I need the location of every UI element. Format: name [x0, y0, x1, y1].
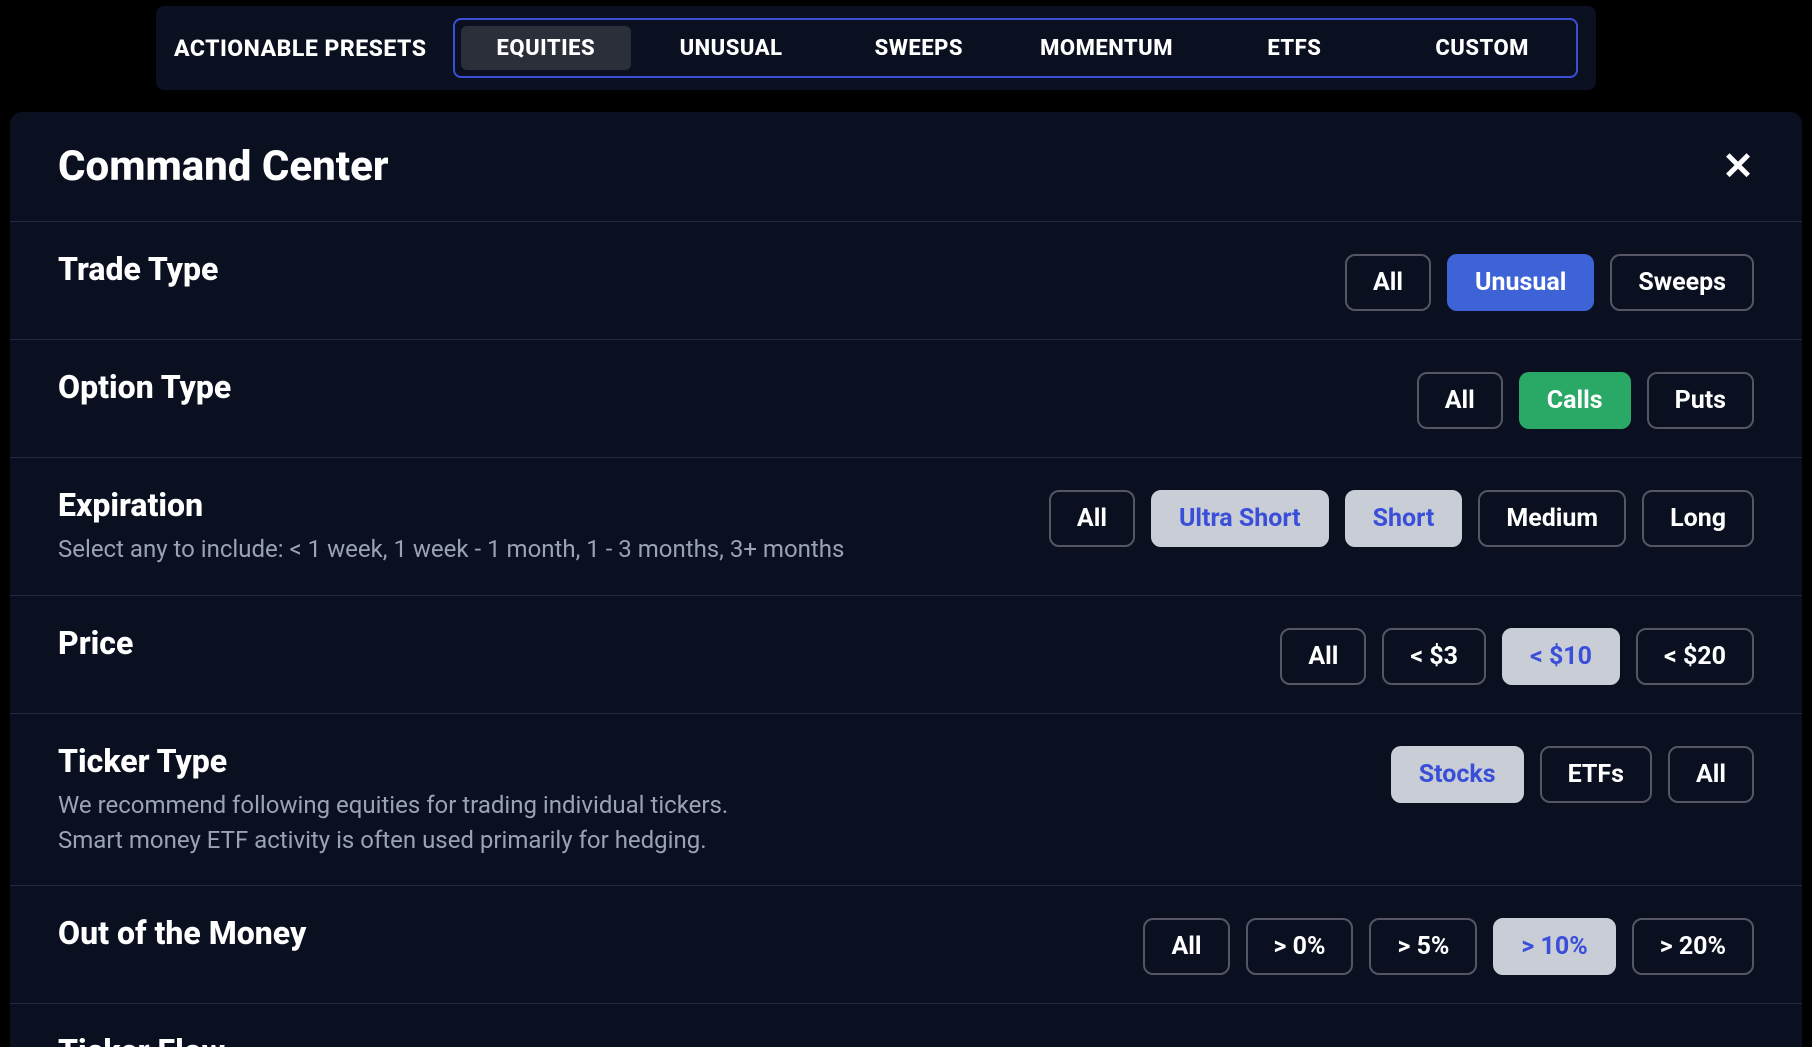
tabbar: ACTIONABLE PRESETS EQUITIES UNUSUAL SWEE… [156, 6, 1596, 90]
option-type-title: Option Type [58, 368, 231, 406]
expiration-ultra-short[interactable]: Ultra Short [1151, 490, 1329, 547]
otm-gt0[interactable]: > 0% [1246, 918, 1354, 975]
expiration-help: Select any to include: < 1 week, 1 week … [58, 532, 844, 567]
price-lt20[interactable]: < $20 [1636, 628, 1754, 685]
tab-sweeps[interactable]: SWEEPS [825, 20, 1013, 76]
presets-label: ACTIONABLE PRESETS [174, 35, 427, 62]
otm-gt5[interactable]: > 5% [1369, 918, 1477, 975]
page-title: Command Center [58, 142, 389, 191]
otm-gt10[interactable]: > 10% [1493, 918, 1615, 975]
expiration-medium[interactable]: Medium [1478, 490, 1626, 547]
row-trade-type: Trade Type All Unusual Sweeps [10, 222, 1802, 340]
otm-title: Out of the Money [58, 914, 306, 952]
row-expiration: Expiration Select any to include: < 1 we… [10, 458, 1802, 596]
price-title: Price [58, 624, 133, 662]
otm-all[interactable]: All [1143, 918, 1229, 975]
option-type-calls[interactable]: Calls [1519, 372, 1631, 429]
row-option-type: Option Type All Calls Puts [10, 340, 1802, 458]
price-lt10[interactable]: < $10 [1502, 628, 1620, 685]
tab-momentum[interactable]: MOMENTUM [1013, 20, 1201, 76]
command-center-panel: Command Center ✕ Trade Type All Unusual … [10, 112, 1802, 1047]
ticker-type-all[interactable]: All [1668, 746, 1754, 803]
trade-type-sweeps[interactable]: Sweeps [1610, 254, 1754, 311]
ticker-type-stocks[interactable]: Stocks [1391, 746, 1524, 803]
tab-custom[interactable]: CUSTOM [1388, 20, 1576, 76]
otm-gt20[interactable]: > 20% [1632, 918, 1754, 975]
row-ticker-type: Ticker Type We recommend following equit… [10, 714, 1802, 887]
expiration-long[interactable]: Long [1642, 490, 1754, 547]
trade-type-title: Trade Type [58, 250, 218, 288]
ticker-type-help: We recommend following equities for trad… [58, 788, 728, 858]
tab-etfs[interactable]: ETFS [1200, 20, 1388, 76]
row-ticker-flow: Ticker Flow [10, 1004, 1802, 1047]
expiration-title: Expiration [58, 486, 844, 524]
option-type-all[interactable]: All [1417, 372, 1503, 429]
ticker-type-title: Ticker Type [58, 742, 728, 780]
trade-type-unusual[interactable]: Unusual [1447, 254, 1594, 311]
tab-equities[interactable]: EQUITIES [461, 26, 632, 70]
expiration-all[interactable]: All [1049, 490, 1135, 547]
panel-header: Command Center ✕ [10, 112, 1802, 222]
row-price: Price All < $3 < $10 < $20 [10, 596, 1802, 714]
close-icon[interactable]: ✕ [1722, 148, 1754, 186]
ticker-flow-title: Ticker Flow [58, 1032, 225, 1047]
tab-group: EQUITIES UNUSUAL SWEEPS MOMENTUM ETFS CU… [453, 18, 1578, 78]
expiration-short[interactable]: Short [1345, 490, 1463, 547]
ticker-type-etfs[interactable]: ETFs [1540, 746, 1652, 803]
tab-unusual[interactable]: UNUSUAL [637, 20, 825, 76]
price-lt3[interactable]: < $3 [1382, 628, 1486, 685]
row-otm: Out of the Money All > 0% > 5% > 10% > 2… [10, 886, 1802, 1004]
option-type-puts[interactable]: Puts [1647, 372, 1754, 429]
price-all[interactable]: All [1280, 628, 1366, 685]
trade-type-all[interactable]: All [1345, 254, 1431, 311]
